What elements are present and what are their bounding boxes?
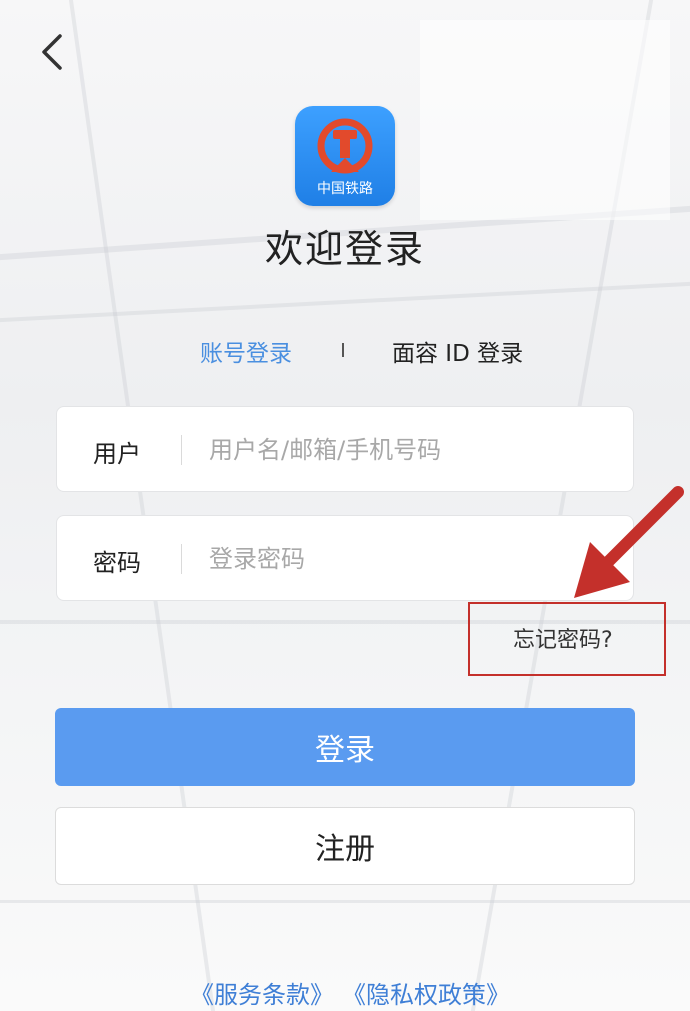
username-row: 用户	[56, 406, 634, 492]
username-input[interactable]	[207, 427, 611, 473]
field-divider	[181, 435, 182, 465]
login-tabs: 账号登录 面容 ID 登录	[0, 334, 690, 368]
tab-divider	[342, 343, 344, 357]
chevron-left-icon	[42, 34, 62, 70]
tab-face-id-login[interactable]: 面容 ID 登录	[392, 334, 523, 368]
privacy-policy-link[interactable]: 《隐私权政策》	[342, 975, 510, 1010]
password-label: 密码	[93, 549, 141, 577]
field-divider	[181, 544, 182, 574]
annotation-arrow-icon	[574, 486, 684, 598]
register-button[interactable]: 注册	[55, 807, 635, 885]
logo-text: 中国铁路	[317, 181, 373, 197]
username-label: 用户	[93, 440, 141, 468]
terms-of-service-link[interactable]: 《服务条款》	[190, 975, 334, 1010]
forgot-password-link[interactable]: 忘记密码?	[513, 622, 613, 654]
login-button[interactable]: 登录	[55, 708, 635, 786]
password-row: 密码	[56, 515, 634, 601]
tab-account-login[interactable]: 账号登录	[200, 334, 292, 368]
page-title: 欢迎登录	[264, 227, 425, 271]
app-logo: 中国铁路	[295, 106, 395, 206]
back-button[interactable]	[30, 30, 74, 74]
password-input[interactable]	[207, 536, 611, 582]
